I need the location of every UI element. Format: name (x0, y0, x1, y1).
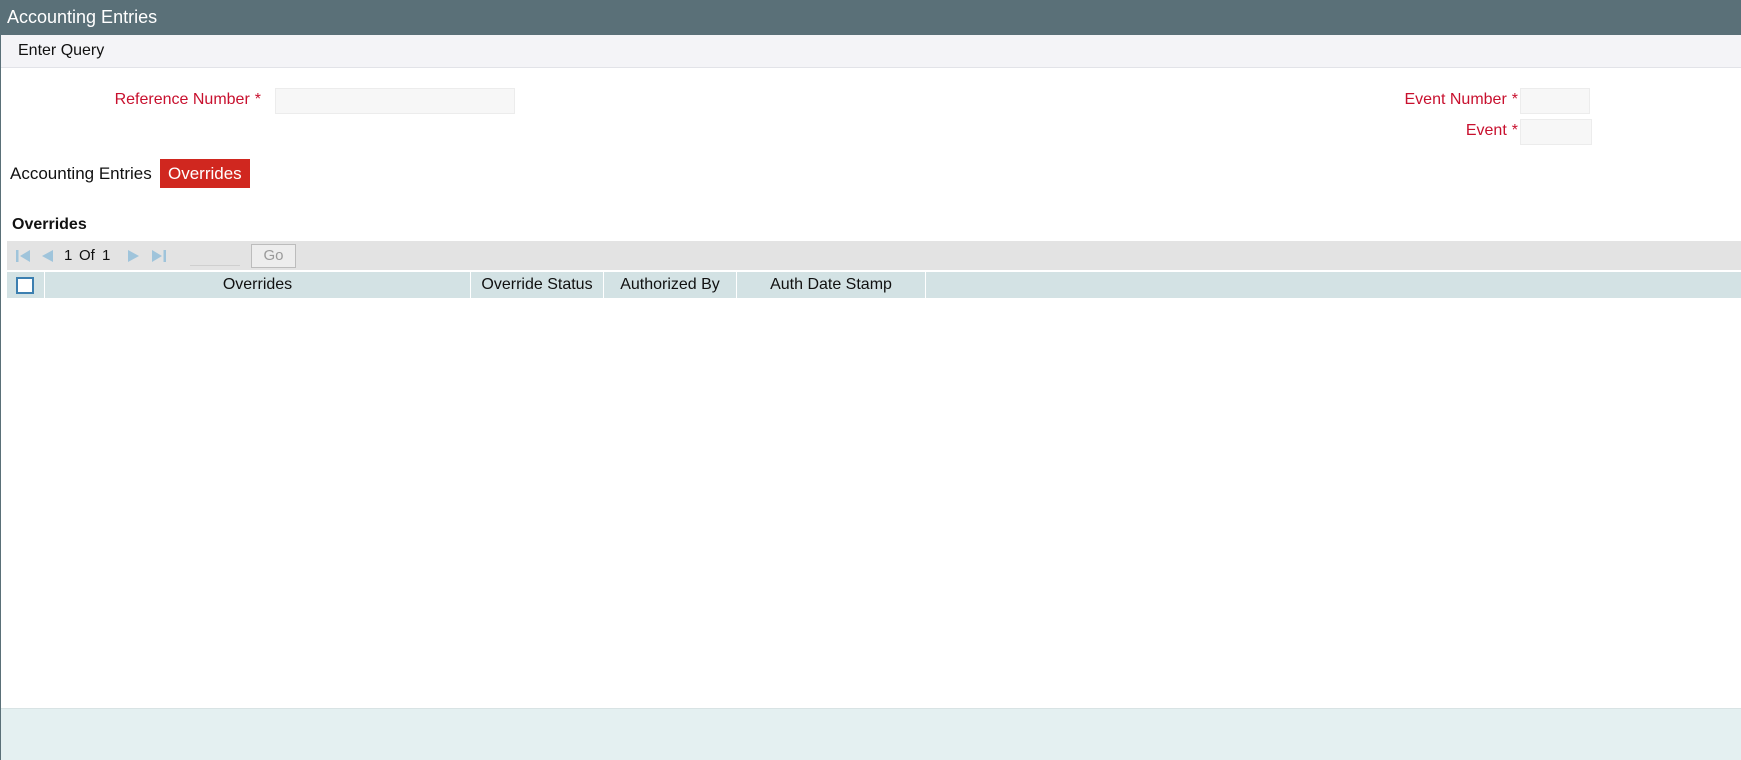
required-asterisk: * (1511, 122, 1518, 139)
app-body: Enter Query Reference Number * Event Numb… (0, 35, 1741, 760)
event-label: Event * (1466, 122, 1518, 140)
tab-accounting-entries[interactable]: Accounting Entries (10, 159, 152, 188)
last-page-icon[interactable] (151, 248, 167, 264)
event-number-label-text: Event Number (1404, 91, 1507, 108)
select-all-cell (7, 272, 45, 298)
event-label-text: Event (1465, 122, 1507, 139)
overrides-table-header: Overrides Override Status Authorized By … (7, 272, 1741, 298)
event-input[interactable] (1520, 119, 1592, 145)
tab-overrides[interactable]: Overrides (160, 159, 250, 188)
select-all-checkbox[interactable] (16, 277, 34, 294)
go-button[interactable]: Go (251, 244, 296, 268)
column-header-authorized-by[interactable]: Authorized By (604, 272, 737, 298)
column-header-override-status[interactable]: Override Status (471, 272, 604, 298)
total-pages: 1 (102, 247, 111, 264)
window-title: Accounting Entries (0, 0, 1741, 35)
current-page: 1 (64, 247, 73, 264)
reference-number-label: Reference Number * (115, 91, 261, 109)
footer-bar (1, 708, 1741, 760)
event-number-label: Event Number * (1405, 91, 1519, 109)
required-asterisk: * (1511, 91, 1518, 108)
page-number-input[interactable] (190, 246, 240, 266)
toolbar: Enter Query (1, 35, 1741, 68)
required-asterisk: * (254, 91, 261, 108)
reference-number-label-text: Reference Number (114, 91, 250, 108)
next-page-icon[interactable] (126, 248, 142, 264)
event-number-input[interactable] (1520, 88, 1590, 114)
pagination-bar: 1 Of 1 Go (7, 241, 1741, 270)
reference-number-input[interactable] (275, 88, 515, 114)
enter-query-button[interactable]: Enter Query (18, 42, 104, 60)
first-page-icon[interactable] (15, 248, 31, 264)
previous-page-icon[interactable] (39, 248, 55, 264)
column-header-overrides[interactable]: Overrides (45, 272, 471, 298)
of-label: Of (79, 247, 95, 264)
column-header-auth-date-stamp[interactable]: Auth Date Stamp (737, 272, 926, 298)
section-title: Overrides (12, 216, 87, 233)
